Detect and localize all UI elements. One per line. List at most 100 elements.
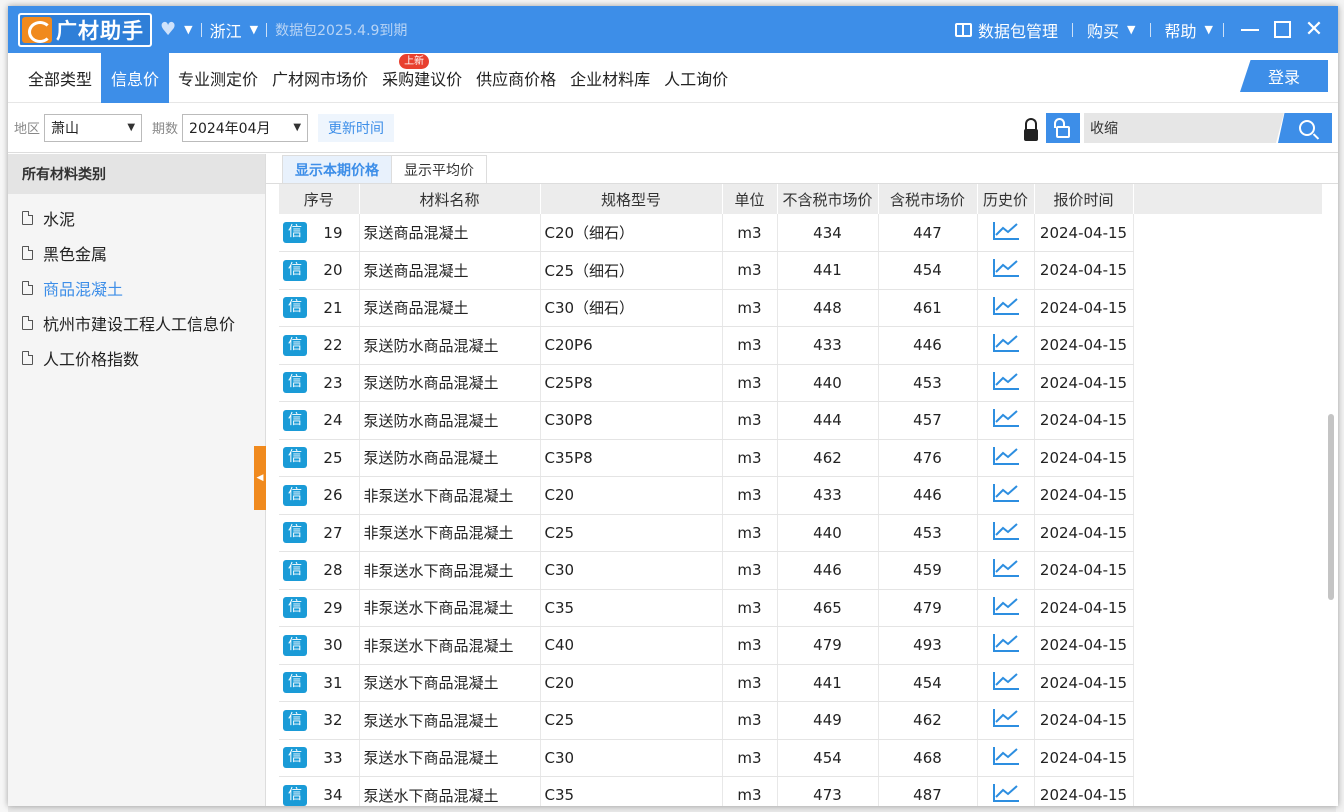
package-icon (955, 22, 973, 37)
cell-history (977, 551, 1035, 590)
cell-unit: m3 (722, 626, 778, 665)
table-row[interactable]: 信 31 泵送水下商品混凝土 C20 m3 441 454 2024-04-15 (279, 664, 1322, 702)
buy-menu[interactable]: 购买 ▼ (1087, 18, 1135, 42)
trend-chart-icon[interactable] (992, 221, 1019, 240)
cell-history (977, 289, 1035, 327)
table-row[interactable]: 信 19 泵送商品混凝土 C20（细石） m3 434 447 2024-04-15 (279, 214, 1322, 252)
search-input[interactable]: 收缩 (1084, 113, 1284, 143)
lock-icon[interactable] (1020, 115, 1042, 141)
tab-all-types[interactable]: 全部类型 (8, 53, 99, 103)
region-chevron-down-icon[interactable]: ▼ (250, 23, 258, 36)
package-manage-button[interactable]: 数据包管理 (955, 18, 1058, 42)
region-select[interactable]: 萧山 ▼ (44, 113, 143, 142)
table-row[interactable]: 信 20 泵送商品混凝土 C25（细石） m3 441 454 2024-04-15 (279, 251, 1322, 290)
table-row[interactable]: 信 29 非泵送水下商品混凝土 C35 m3 465 479 2024-04-15 (279, 589, 1322, 627)
table-row[interactable]: 信 27 非泵送水下商品混凝土 C25 m3 440 453 2024-04-15 (279, 514, 1322, 552)
trend-chart-icon[interactable] (992, 484, 1019, 503)
info-badge[interactable]: 信 (283, 409, 307, 431)
info-badge[interactable]: 信 (283, 747, 307, 769)
table-row[interactable]: 信 22 泵送防水商品混凝土 C20P6 m3 433 446 2024-04-15 (279, 326, 1322, 365)
trend-chart-icon[interactable] (992, 671, 1019, 690)
sidebar-item-concrete[interactable]: 商品混凝土 (8, 270, 265, 305)
unlock-button[interactable] (1046, 113, 1080, 143)
cell-index: 信 19 (279, 214, 360, 252)
update-time-button[interactable]: 更新时间 (318, 113, 395, 142)
tab-manual-inquiry[interactable]: 人工询价 (657, 53, 735, 103)
period-select[interactable]: 2024年04月 ▼ (182, 113, 309, 142)
help-menu[interactable]: 帮助 ▼ (1165, 18, 1213, 42)
trend-chart-icon[interactable] (992, 296, 1019, 315)
trend-chart-icon[interactable] (992, 746, 1019, 765)
maximize-button[interactable] (1266, 14, 1298, 46)
collapse-sidebar-handle[interactable]: ◀ (254, 446, 266, 510)
trend-chart-icon[interactable] (992, 521, 1019, 540)
chevron-down-icon[interactable]: ▼ (184, 23, 192, 36)
vertical-scrollbar[interactable] (1328, 414, 1334, 600)
column-header-index[interactable]: 序号 (279, 184, 360, 214)
tab-current-price[interactable]: 显示本期价格 (282, 155, 392, 183)
region-selector[interactable]: 浙江 (210, 18, 242, 42)
info-badge[interactable]: 信 (283, 634, 307, 656)
tab-supplier-price[interactable]: 供应商价格 (469, 53, 563, 103)
trend-chart-icon[interactable] (992, 709, 1019, 728)
column-header-pre-tax[interactable]: 不含税市场价 (777, 184, 879, 214)
trend-chart-icon[interactable] (992, 634, 1019, 653)
table-row[interactable]: 信 28 非泵送水下商品混凝土 C30 m3 446 459 2024-04-15 (279, 551, 1322, 590)
info-badge[interactable]: 信 (283, 672, 307, 694)
tab-info-price[interactable]: 信息价 (101, 52, 170, 103)
info-badge[interactable]: 信 (283, 597, 307, 619)
trend-chart-icon[interactable] (992, 334, 1019, 353)
table-row[interactable]: 信 23 泵送防水商品混凝土 C25P8 m3 440 453 2024-04-15 (279, 364, 1322, 402)
cell-tax-price: 479 (878, 589, 978, 627)
table-row[interactable]: 信 30 非泵送水下商品混凝土 C40 m3 479 493 2024-04-15 (279, 626, 1322, 665)
trend-chart-icon[interactable] (992, 559, 1019, 578)
tab-enterprise-library[interactable]: 企业材料库 (563, 53, 657, 103)
table-row[interactable]: 信 33 泵送水下商品混凝土 C30 m3 454 468 2024-04-15 (279, 739, 1322, 777)
search-button[interactable] (1278, 113, 1332, 143)
chevron-down-icon: ▼ (1204, 23, 1213, 36)
table-row[interactable]: 信 34 泵送水下商品混凝土 C35 m3 473 487 2024-04-15 (279, 776, 1322, 806)
column-header-date[interactable]: 报价时间 (1034, 184, 1134, 214)
info-badge[interactable]: 信 (283, 297, 307, 319)
trend-chart-icon[interactable] (992, 371, 1019, 390)
tab-market-price[interactable]: 广材网市场价 (265, 53, 375, 103)
info-badge[interactable]: 信 (283, 222, 307, 243)
column-header-unit[interactable]: 单位 (722, 184, 778, 214)
column-header-tax[interactable]: 含税市场价 (878, 184, 978, 214)
info-badge[interactable]: 信 (283, 372, 307, 394)
cell-spec: C30（细石） (540, 289, 723, 327)
tab-professional-price[interactable]: 专业测定价 (171, 53, 265, 103)
heart-icon[interactable]: ♥ (160, 19, 176, 40)
table-row[interactable]: 信 21 泵送商品混凝土 C30（细石） m3 448 461 2024-04-15 (279, 289, 1322, 327)
table-row[interactable]: 信 24 泵送防水商品混凝土 C30P8 m3 444 457 2024-04-15 (279, 401, 1322, 440)
table-row[interactable]: 信 25 泵送防水商品混凝土 C35P8 m3 462 476 2024-04-15 (279, 439, 1322, 477)
column-header-history[interactable]: 历史价 (977, 184, 1035, 214)
column-header-name[interactable]: 材料名称 (359, 184, 541, 214)
tab-purchase-suggest[interactable]: 采购建议价 上新 (375, 53, 469, 103)
info-badge[interactable]: 信 (283, 447, 307, 469)
table-row[interactable]: 信 26 非泵送水下商品混凝土 C20 m3 433 446 2024-04-15 (279, 476, 1322, 515)
info-badge[interactable]: 信 (283, 334, 307, 356)
info-badge[interactable]: 信 (283, 559, 307, 581)
column-header-spec[interactable]: 规格型号 (540, 184, 723, 214)
trend-chart-icon[interactable] (992, 596, 1019, 615)
close-button[interactable]: ✕ (1298, 14, 1330, 46)
info-badge[interactable]: 信 (283, 784, 307, 806)
login-button[interactable]: 登录 (1240, 60, 1328, 92)
sidebar-item-cement[interactable]: 水泥 (8, 200, 265, 235)
info-badge[interactable]: 信 (283, 522, 307, 544)
trend-chart-icon[interactable] (992, 259, 1019, 278)
minimize-button[interactable] (1234, 14, 1266, 46)
trend-chart-icon[interactable] (992, 784, 1019, 803)
sidebar-item-labor-index[interactable]: 人工价格指数 (8, 340, 265, 375)
sidebar-item-hangzhou-labor[interactable]: 杭州市建设工程人工信息价 (8, 305, 265, 340)
cell-tax-price: 468 (878, 739, 978, 777)
tab-average-price[interactable]: 显示平均价 (391, 155, 487, 183)
info-badge[interactable]: 信 (283, 709, 307, 731)
trend-chart-icon[interactable] (992, 409, 1019, 428)
sidebar-item-ferrous-metal[interactable]: 黑色金属 (8, 235, 265, 270)
info-badge[interactable]: 信 (283, 484, 307, 506)
info-badge[interactable]: 信 (283, 259, 307, 281)
table-row[interactable]: 信 32 泵送水下商品混凝土 C25 m3 449 462 2024-04-15 (279, 701, 1322, 740)
trend-chart-icon[interactable] (992, 446, 1019, 465)
